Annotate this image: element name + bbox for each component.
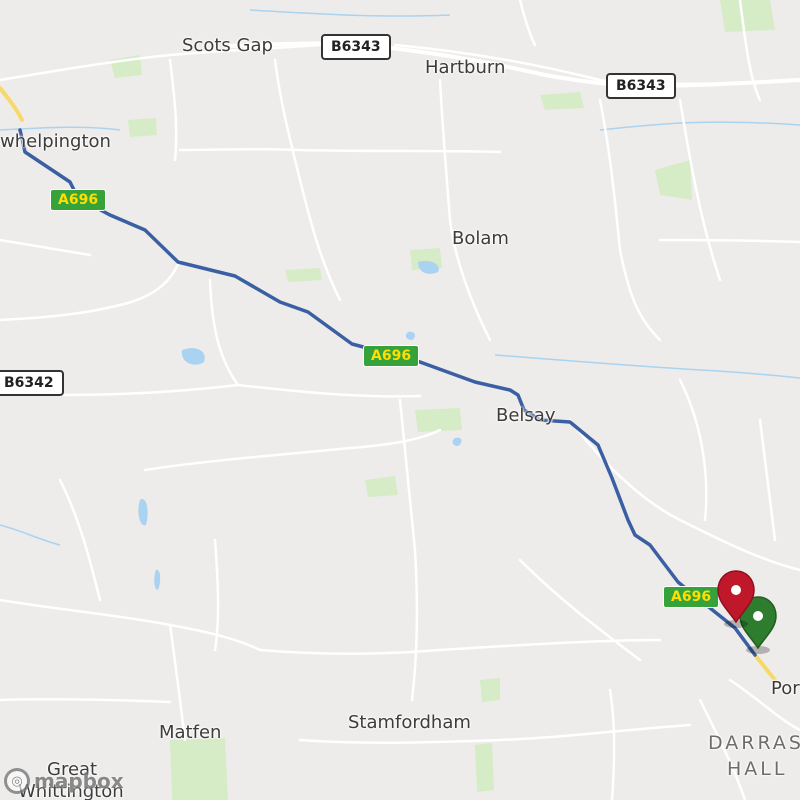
road-shield-a696: A696 [363, 345, 420, 367]
place-label-hartburn: Hartburn [425, 57, 506, 78]
map-canvas[interactable]: B6343 B6343 B6342 A696 A696 A696 Scots G… [0, 0, 800, 800]
rivers [0, 9, 800, 546]
road-shield-b6343: B6343 [321, 34, 391, 60]
place-label-belsay: Belsay [496, 405, 556, 426]
minor-roads [0, 0, 800, 800]
mapbox-logo-icon: ◎ [4, 768, 30, 794]
place-label-darras: DARRAS [708, 732, 800, 754]
place-label-hall: HALL [727, 758, 788, 780]
road-shield-b6342: B6342 [0, 370, 64, 396]
road-shield-a696: A696 [663, 586, 720, 608]
b-roads [0, 41, 800, 386]
map-base [0, 0, 800, 800]
place-label-stamfordham: Stamfordham [348, 712, 471, 733]
place-label-por: Por [771, 678, 800, 699]
place-label-matfen: Matfen [159, 722, 222, 743]
mapbox-logo[interactable]: ◎ mapbox [4, 768, 124, 794]
mapbox-logo-text: mapbox [34, 769, 124, 793]
place-label-whelpington: whelpington [0, 131, 111, 152]
road-shield-a696: A696 [50, 189, 107, 211]
end-marker-pin-icon[interactable] [714, 568, 758, 628]
place-label-bolam: Bolam [452, 228, 509, 249]
place-label-scots-gap: Scots Gap [182, 35, 273, 56]
road-shield-b6343: B6343 [606, 73, 676, 99]
